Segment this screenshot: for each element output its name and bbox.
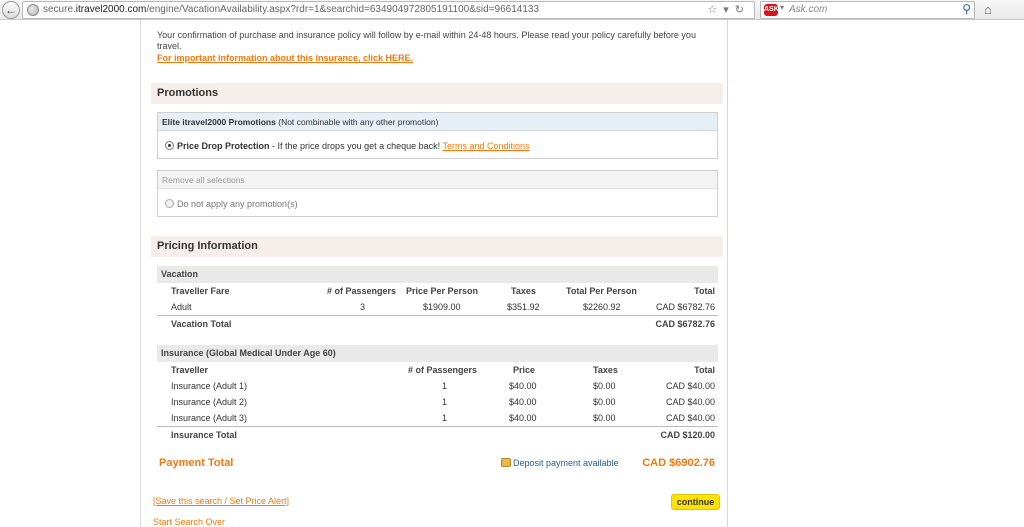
deposit-link[interactable]: Deposit payment available	[501, 458, 619, 468]
deposit-label: Deposit payment available	[513, 458, 619, 468]
column-header: Price	[513, 365, 536, 375]
vacation-total-label: Vacation Total	[171, 319, 232, 329]
insurance-table: Insurance (Global Medical Under Age 60) …	[157, 345, 718, 442]
table-cell: $1909.00	[423, 302, 461, 312]
insurance-heading: Insurance (Global Medical Under Age 60)	[157, 345, 718, 362]
column-header: Traveller Fare	[171, 286, 230, 296]
table-cell: 3	[360, 302, 366, 312]
table-cell: $351.92	[507, 302, 540, 312]
column-header: Taxes	[593, 365, 618, 375]
back-arrow-icon[interactable]: ←	[2, 1, 20, 19]
table-cell: CAD $40.00	[665, 413, 715, 423]
table-cell: 1	[442, 381, 448, 391]
insurance-info-link[interactable]: For important information about this ins…	[157, 53, 413, 63]
terms-link[interactable]: Terms and Conditions	[442, 141, 529, 151]
table-cell: Adult	[171, 302, 192, 312]
table-cell: $2260.92	[583, 302, 621, 312]
pricing-heading: Pricing Information	[151, 236, 723, 257]
booking-page: Your confirmation of purchase and insura…	[140, 20, 728, 527]
globe-icon	[27, 4, 39, 16]
vacation-table: Vacation Traveller Fare # of Passengers …	[157, 266, 718, 331]
save-search-link[interactable]: [Save this search / Set Price Alert]	[153, 496, 289, 506]
browser-toolbar: ← secure.itravel2000.com/engine/Vacation…	[0, 0, 1024, 20]
payment-total-label: Payment Total	[159, 457, 234, 469]
payment-total-value: CAD $6902.76	[642, 457, 715, 469]
table-row: Insurance (Adult 2) 1 $40.00 $0.00 CAD $…	[157, 394, 718, 410]
column-header: Price Per Person	[406, 286, 479, 296]
no-promotion-option[interactable]: Do not apply any promotion(s)	[165, 199, 298, 209]
column-header: Taxes	[511, 286, 536, 296]
table-row: Insurance (Adult 3) 1 $40.00 $0.00 CAD $…	[157, 410, 718, 426]
column-header: Total	[694, 286, 715, 296]
dropdown-icon[interactable]: ▾	[723, 4, 735, 16]
no-promotion-radio[interactable]	[165, 199, 174, 208]
elite-promotions-title: Elite itravel2000 Promotions (Not combin…	[158, 113, 717, 131]
column-header: # of Passengers	[327, 286, 397, 296]
table-header-row: Traveller # of Passengers Price Taxes To…	[157, 362, 718, 378]
table-cell: $40.00	[509, 397, 537, 407]
start-search-over-link[interactable]: Start Search Over	[153, 517, 225, 527]
price-drop-label: Price Drop Protection	[177, 141, 270, 151]
ask-logo-icon[interactable]: ASK	[764, 4, 779, 16]
url-text: secure.itravel2000.com/engine/VacationAv…	[43, 4, 540, 15]
insurance-total-row: Insurance Total CAD $120.00	[157, 426, 718, 442]
table-cell: 1	[442, 397, 448, 407]
table-row: Adult 3 $1909.00 $351.92 $2260.92 CAD $6…	[157, 299, 718, 315]
table-cell: Insurance (Adult 1)	[171, 381, 248, 391]
column-header: Total Per Person	[566, 286, 637, 296]
remove-selections-title: Remove all selections	[158, 171, 717, 189]
remove-selections-box: Remove all selections Do not apply any p…	[157, 170, 718, 217]
table-cell: CAD $40.00	[665, 381, 715, 391]
table-cell: $40.00	[509, 381, 537, 391]
vacation-total-row: Vacation Total CAD $6782.76	[157, 315, 718, 331]
table-cell: CAD $6782.76	[655, 302, 715, 312]
table-cell: $40.00	[509, 413, 537, 423]
column-header: # of Passengers	[408, 365, 478, 375]
engine-dropdown-icon[interactable]: ▾	[780, 3, 784, 12]
table-header-row: Traveller Fare # of Passengers Price Per…	[157, 283, 718, 299]
vacation-heading: Vacation	[157, 266, 718, 283]
table-cell: Insurance (Adult 3)	[171, 413, 248, 423]
elite-promotions-box: Elite itravel2000 Promotions (Not combin…	[157, 112, 718, 159]
table-row: Insurance (Adult 1) 1 $40.00 $0.00 CAD $…	[157, 378, 718, 394]
table-cell: 1	[442, 413, 448, 423]
reload-icon[interactable]: ↻	[735, 4, 750, 16]
promotions-heading: Promotions	[151, 83, 723, 104]
confirmation-notice: Your confirmation of purchase and insura…	[157, 30, 696, 51]
price-drop-desc: - If the price drops you get a cheque ba…	[269, 141, 443, 151]
table-cell: $0.00	[593, 413, 616, 423]
insurance-total-value: CAD $120.00	[660, 430, 715, 440]
search-bar[interactable]: ASK ▾ Ask.com ⚲	[760, 1, 975, 19]
table-cell: $0.00	[593, 381, 616, 391]
url-actions: ☆▾↻	[707, 3, 750, 16]
search-input[interactable]: Ask.com	[789, 4, 827, 15]
column-header: Total	[694, 365, 715, 375]
table-cell: $0.00	[593, 397, 616, 407]
column-header: Traveller	[171, 365, 209, 375]
star-icon[interactable]: ☆	[707, 4, 723, 16]
price-drop-option[interactable]: Price Drop Protection - If the price dro…	[165, 141, 530, 151]
price-drop-radio[interactable]	[165, 141, 174, 150]
no-promotion-label: Do not apply any promotion(s)	[177, 199, 298, 209]
address-bar[interactable]: secure.itravel2000.com/engine/VacationAv…	[22, 1, 755, 19]
table-cell: CAD $40.00	[665, 397, 715, 407]
insurance-total-label: Insurance Total	[171, 430, 237, 440]
continue-button[interactable]: continue	[671, 494, 720, 510]
vacation-total-value: CAD $6782.76	[655, 319, 715, 329]
search-icon[interactable]: ⚲	[962, 2, 971, 16]
table-cell: Insurance (Adult 2)	[171, 397, 248, 407]
deposit-icon	[501, 458, 511, 467]
home-icon[interactable]: ⌂	[984, 2, 992, 17]
